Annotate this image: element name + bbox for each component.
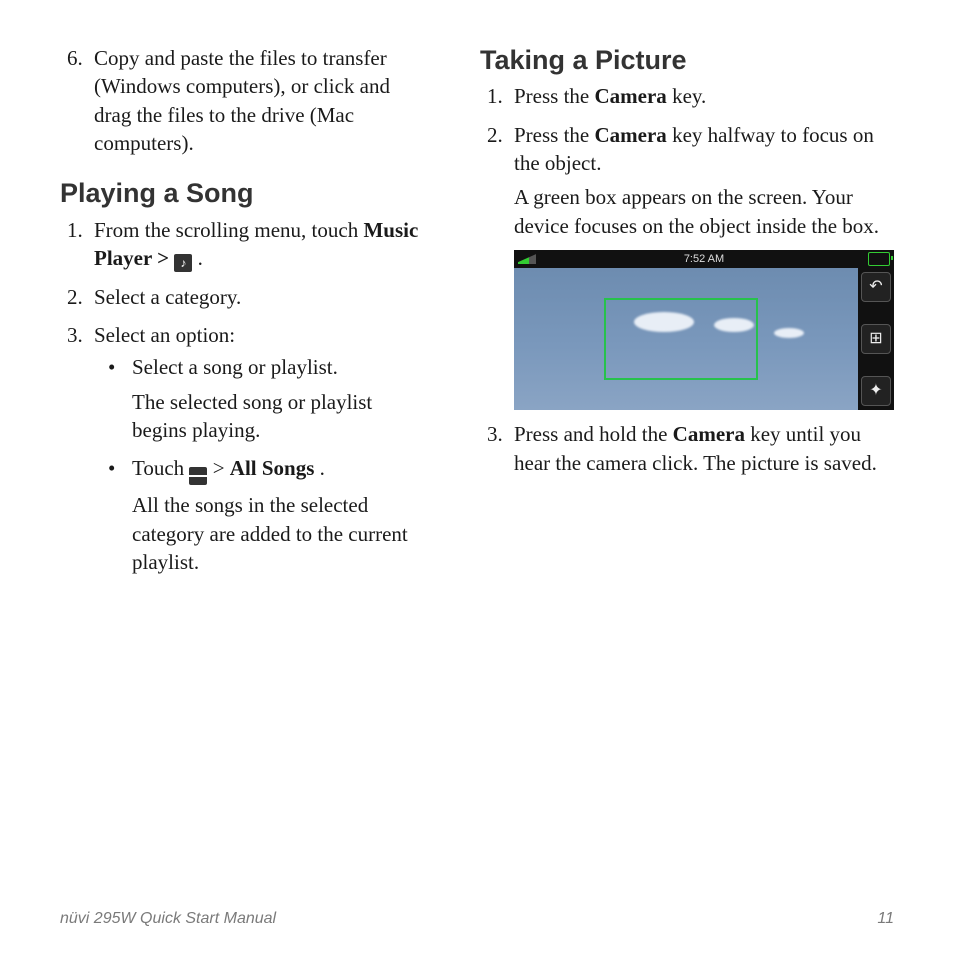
option-select-song-result: The selected song or playlist begins pla… <box>132 388 432 445</box>
back-button[interactable]: ↶ <box>861 272 891 302</box>
option-select-song: Select a song or playlist. The selected … <box>108 353 432 444</box>
cloud-decoration <box>774 328 804 338</box>
camera-screenshot: 7:52 AM ↶ ⊞ ✦ <box>514 250 894 410</box>
grid-button[interactable]: ⊞ <box>861 324 891 354</box>
back-icon: ↶ <box>869 276 882 298</box>
taking-picture-steps: Press the Camera key. Press the Camera k… <box>480 82 894 476</box>
option-all-songs-pre: Touch <box>132 456 189 480</box>
flash-off-icon: ✦ <box>869 380 882 402</box>
pic-step-1-post: key. <box>672 84 706 108</box>
battery-icon <box>868 252 890 266</box>
heading-taking-a-picture: Taking a Picture <box>480 42 894 78</box>
two-column-layout: Copy and paste the files to transfer (Wi… <box>60 42 894 902</box>
play-step-1-post: . <box>198 246 203 270</box>
flash-button[interactable]: ✦ <box>861 376 891 406</box>
play-step-3: Select an option: Select a song or playl… <box>88 321 432 576</box>
pic-step-2: Press the Camera key halfway to focus on… <box>508 121 894 410</box>
music-note-icon: ♪ <box>174 254 192 272</box>
pic-step-1: Press the Camera key. <box>508 82 894 110</box>
footer-page-number: 11 <box>877 910 894 928</box>
page-footer: nüvi 295W Quick Start Manual 11 <box>60 910 894 928</box>
footer-manual-title: nüvi 295W Quick Start Manual <box>60 910 276 928</box>
option-all-songs: Touch > All Songs . All the songs in the… <box>108 454 432 576</box>
focus-box <box>604 298 758 380</box>
camera-viewfinder <box>514 268 858 410</box>
play-step-3-text: Select an option: <box>94 323 235 347</box>
play-step-2-text: Select a category. <box>94 285 241 309</box>
menu-list-icon <box>189 467 207 485</box>
pic-step-2-pre: Press the <box>514 123 595 147</box>
page: Copy and paste the files to transfer (Wi… <box>0 0 954 954</box>
pic-step-1-bold: Camera <box>595 84 667 108</box>
heading-playing-a-song: Playing a Song <box>60 175 432 211</box>
pic-step-1-pre: Press the <box>514 84 595 108</box>
playing-song-steps: From the scrolling menu, touch Music Pla… <box>60 216 432 576</box>
step-6-text: Copy and paste the files to transfer (Wi… <box>94 46 390 155</box>
step-6: Copy and paste the files to transfer (Wi… <box>88 44 432 157</box>
play-step-1-pretext: From the scrolling menu, touch <box>94 218 363 242</box>
right-column: Taking a Picture Press the Camera key. P… <box>480 42 894 902</box>
camera-time-label: 7:52 AM <box>684 252 724 267</box>
continued-ordered-list: Copy and paste the files to transfer (Wi… <box>60 44 432 157</box>
signal-icon <box>518 254 536 264</box>
left-column: Copy and paste the files to transfer (Wi… <box>60 42 432 902</box>
pic-step-3-bold: Camera <box>673 422 745 446</box>
option-all-songs-mid: > <box>213 456 230 480</box>
camera-status-bar: 7:52 AM <box>514 250 894 268</box>
option-all-songs-post: . <box>320 456 325 480</box>
option-select-song-text: Select a song or playlist. <box>132 355 338 379</box>
play-step-2: Select a category. <box>88 283 432 311</box>
play-step-3-options: Select a song or playlist. The selected … <box>94 353 432 576</box>
pic-step-3: Press and hold the Camera key until you … <box>508 420 894 477</box>
pic-step-2-bold: Camera <box>595 123 667 147</box>
pic-step-3-pre: Press and hold the <box>514 422 673 446</box>
option-all-songs-bold: All Songs <box>230 456 315 480</box>
camera-sidebar: ↶ ⊞ ✦ <box>858 268 894 410</box>
grid-icon: ⊞ <box>869 328 882 350</box>
play-step-1: From the scrolling menu, touch Music Pla… <box>88 216 432 273</box>
option-all-songs-result: All the songs in the selected category a… <box>132 491 432 576</box>
pic-step-2-note: A green box appears on the screen. Your … <box>514 183 894 240</box>
